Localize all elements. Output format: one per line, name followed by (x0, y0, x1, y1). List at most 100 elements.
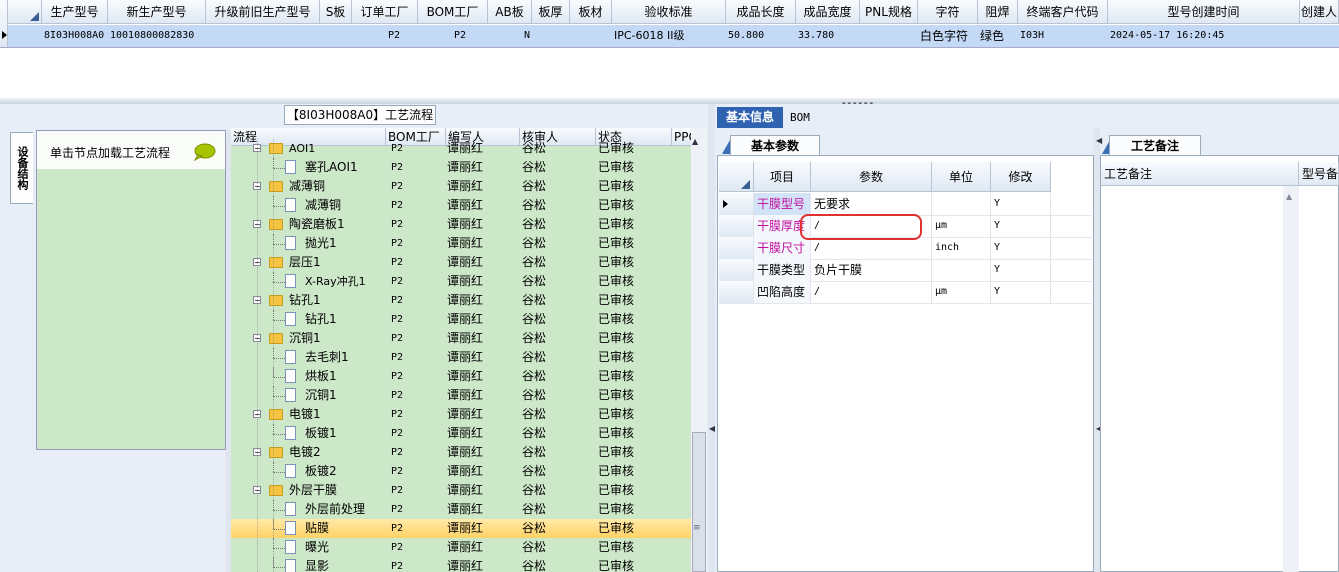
model-notes-col-header[interactable]: 型号备 (1299, 162, 1339, 186)
model-grid-cell[interactable]: 50.800 (726, 25, 796, 47)
document-icon (285, 369, 296, 383)
tree-row[interactable]: − 层压1 P2 谭丽红 谷松 已审核 (231, 253, 691, 272)
tree-cell-status: 已审核 (598, 464, 635, 478)
model-grid-cell[interactable]: 10010800082830 (108, 25, 206, 47)
model-grid-col-header[interactable]: 验收标准 (612, 0, 726, 24)
tab-process-notes[interactable]: 工艺备注 (1109, 135, 1201, 156)
param-cell-value[interactable]: / (811, 281, 932, 303)
model-grid-col-header[interactable]: 板厚 (532, 0, 570, 24)
model-grid-col-header[interactable]: 终端客户代码 (1018, 0, 1108, 24)
model-grid-col-header[interactable]: 生产型号 (42, 0, 108, 24)
tree-row[interactable]: − AOI1 P2 谭丽红 谷松 已审核 (231, 139, 691, 158)
model-grid-col-header[interactable]: 阻焊 (978, 0, 1018, 24)
param-cell-value[interactable]: 无要求 (811, 193, 932, 215)
model-grid-cell[interactable] (532, 25, 570, 47)
tree-row[interactable]: − 沉铜1 P2 谭丽红 谷松 已审核 (231, 329, 691, 348)
tree-connector (273, 434, 285, 435)
param-cell-edit: Y (991, 215, 1051, 237)
param-row[interactable]: 凹陷高度 / μm Y (719, 281, 1092, 304)
side-tab-equipment-structure[interactable]: 设备结构 (10, 132, 33, 204)
model-grid-col-header[interactable]: 创建人 (1300, 0, 1339, 24)
tree-row[interactable]: − 电镀1 P2 谭丽红 谷松 已审核 (231, 405, 691, 424)
model-grid-cell[interactable]: 2024-05-17 16:20:45 (1108, 25, 1300, 47)
notes-scroll-up-icon[interactable]: ▲ (1286, 192, 1292, 201)
document-icon (285, 388, 296, 402)
tab-basic-info[interactable]: 基本信息 (717, 107, 783, 128)
param-cell-edit: Y (991, 237, 1051, 259)
tab-bom[interactable]: BOM (790, 107, 830, 128)
tree-cell-bom: P2 (391, 352, 404, 363)
model-grid-cell[interactable]: P2 (352, 25, 418, 47)
param-col-header[interactable]: 修改 (991, 162, 1051, 192)
model-grid-cell[interactable] (860, 25, 918, 47)
model-grid-cell[interactable] (206, 25, 320, 47)
tree-row[interactable]: 板镀2 P2 谭丽红 谷松 已审核 (231, 462, 691, 481)
tree-row[interactable]: 去毛刺1 P2 谭丽红 谷松 已审核 (231, 348, 691, 367)
tree-row[interactable]: 外层前处理 P2 谭丽红 谷松 已审核 (231, 500, 691, 519)
param-row[interactable]: 干膜型号 无要求 Y (719, 193, 1092, 216)
model-grid-cell[interactable]: 33.780 (796, 25, 860, 47)
param-col-header[interactable]: 单位 (932, 162, 991, 192)
model-grid-col-header[interactable]: AB板 (488, 0, 532, 24)
param-cell-value[interactable]: 负片干膜 (811, 259, 932, 281)
param-col-header[interactable]: 参数 (811, 162, 932, 192)
model-grid-cell[interactable]: I03H (1018, 25, 1108, 47)
scroll-up-arrow-icon[interactable]: ▲ (692, 137, 698, 146)
middle-vertical-splitter[interactable] (708, 104, 715, 572)
tree-cell-name: 烘板1 (305, 369, 337, 383)
model-grid-col-header[interactable]: 板材 (570, 0, 612, 24)
tree-cell-status: 已审核 (598, 540, 635, 554)
tree-cell-bom: P2 (391, 409, 404, 420)
model-grid-cell[interactable]: P2 (418, 25, 488, 47)
tree-cell-reviewer: 谷松 (522, 198, 547, 212)
document-icon (285, 312, 296, 326)
tree-row[interactable]: 烘板1 P2 谭丽红 谷松 已审核 (231, 367, 691, 386)
model-grid-col-header[interactable]: 型号创建时间 (1108, 0, 1300, 24)
tree-scrollbar-thumb[interactable] (692, 432, 706, 572)
tree-row[interactable]: 抛光1 P2 谭丽红 谷松 已审核 (231, 234, 691, 253)
model-grid-cell[interactable] (320, 25, 352, 47)
tree-row[interactable]: 钻孔1 P2 谭丽红 谷松 已审核 (231, 310, 691, 329)
tree-row[interactable]: − 陶瓷磨板1 P2 谭丽红 谷松 已审核 (231, 215, 691, 234)
model-grid-cell[interactable]: N (488, 25, 532, 47)
notes-col-header[interactable]: 工艺备注 (1101, 162, 1299, 186)
tree-row[interactable]: 减薄铜 P2 谭丽红 谷松 已审核 (231, 196, 691, 215)
tree-cell-status: 已审核 (598, 236, 635, 250)
param-row[interactable]: 干膜类型 负片干膜 Y (719, 259, 1092, 282)
model-grid-col-header[interactable]: 订单工厂 (352, 0, 418, 24)
tree-row[interactable]: − 外层干膜 P2 谭丽红 谷松 已审核 (231, 481, 691, 500)
model-grid-col-header[interactable]: S板 (320, 0, 352, 24)
model-grid-col-header[interactable]: 升级前旧生产型号 (206, 0, 320, 24)
tree-row[interactable]: X-Ray冲孔1 P2 谭丽红 谷松 已审核 (231, 272, 691, 291)
tree-row[interactable]: − 钻孔1 P2 谭丽红 谷松 已审核 (231, 291, 691, 310)
model-grid-cell[interactable] (1300, 25, 1339, 47)
model-grid-col-header[interactable]: 新生产型号 (108, 0, 206, 24)
model-grid-col-header[interactable]: BOM工厂 (418, 0, 488, 24)
model-grid-col-header[interactable]: PNL规格 (860, 0, 918, 24)
param-row[interactable]: 干膜尺寸 / inch Y (719, 237, 1092, 260)
model-grid-col-header[interactable]: 成品宽度 (796, 0, 860, 24)
model-grid-cell[interactable]: 8I03H008A0 (42, 25, 108, 47)
notes-scrollbar[interactable] (1283, 186, 1299, 572)
param-col-header[interactable]: 项目 (754, 162, 811, 192)
tree-row[interactable]: 显影 P2 谭丽红 谷松 已审核 (231, 557, 691, 572)
tree-row[interactable]: 贴膜 P2 谭丽红 谷松 已审核 (231, 519, 691, 538)
tree-row[interactable]: 沉铜1 P2 谭丽红 谷松 已审核 (231, 386, 691, 405)
model-grid-col-header[interactable]: 字符 (918, 0, 978, 24)
param-cell-value[interactable]: / (811, 237, 932, 259)
tree-row[interactable]: 板镀1 P2 谭丽红 谷松 已审核 (231, 424, 691, 443)
tree-row[interactable]: 塞孔AOI1 P2 谭丽红 谷松 已审核 (231, 158, 691, 177)
tree-row[interactable]: − 电镀2 P2 谭丽红 谷松 已审核 (231, 443, 691, 462)
tab-basic-params[interactable]: 基本参数 (730, 135, 820, 156)
tree-row[interactable]: − 减薄铜 P2 谭丽红 谷松 已审核 (231, 177, 691, 196)
param-grid-corner[interactable] (719, 162, 754, 192)
model-grid-cell[interactable]: 绿色 (978, 25, 1018, 47)
tree-row[interactable]: 曝光 P2 谭丽红 谷松 已审核 (231, 538, 691, 557)
param-cell-unit: μm (932, 281, 991, 303)
model-grid-cell[interactable] (570, 25, 612, 47)
grid-corner[interactable] (8, 0, 42, 24)
model-grid-cell[interactable]: IPC-6018 II级 (612, 25, 726, 47)
tree-cell-reviewer: 谷松 (522, 369, 547, 383)
model-grid-cell[interactable]: 白色字符 (918, 25, 978, 47)
model-grid-col-header[interactable]: 成品长度 (726, 0, 796, 24)
